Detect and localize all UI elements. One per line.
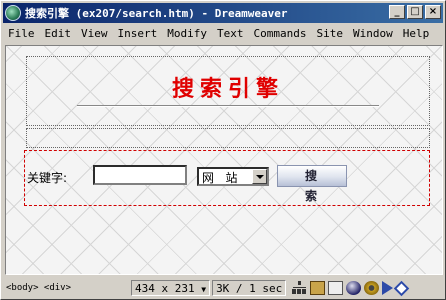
close-button[interactable]: × <box>425 5 441 19</box>
page-title: 搜索引擎 <box>171 76 284 102</box>
download-stats: 3K / 1 sec <box>212 280 287 296</box>
preview-icon[interactable] <box>382 281 394 295</box>
horizontal-rule <box>77 105 379 107</box>
menu-file[interactable]: File <box>3 27 40 40</box>
tag-selector[interactable]: <body> <div> <box>3 283 131 293</box>
maximize-button[interactable]: □ <box>407 5 423 19</box>
menu-site[interactable]: Site <box>311 27 348 40</box>
menu-help[interactable]: Help <box>398 27 435 40</box>
dreamweaver-window: 搜索引擎 (ex207/search.htm) - Dreamweaver _ … <box>0 0 446 300</box>
dreamweaver-app-icon <box>5 5 21 21</box>
assets-icon[interactable] <box>394 280 410 296</box>
window-size-field[interactable]: 434 x 231 ▼ <box>131 280 211 296</box>
keyword-input[interactable] <box>93 165 187 185</box>
search-button[interactable]: 搜 索 <box>277 165 347 203</box>
status-bar: <body> <div> 434 x 231 ▼ 3K / 1 sec <box>3 278 443 298</box>
menu-commands[interactable]: Commands <box>249 27 312 40</box>
chevron-down-icon[interactable]: ▼ <box>201 285 206 294</box>
search-type-value: 网 站 <box>202 171 238 185</box>
search-form[interactable]: 关键字: 网 站 搜 索 <box>24 150 430 206</box>
header-layer[interactable]: 搜索引擎 <box>26 56 430 126</box>
search-type-select[interactable]: 网 站 <box>197 167 269 186</box>
spacer-layer[interactable] <box>26 128 430 148</box>
menu-text[interactable]: Text <box>212 27 249 40</box>
window-size-value: 434 x 231 <box>135 282 195 295</box>
menu-window[interactable]: Window <box>348 27 398 40</box>
sitemap-icon[interactable] <box>292 281 308 295</box>
document-design-view[interactable]: 搜索引擎 关键字: 网 站 搜 索 <box>5 45 443 275</box>
html-source-icon[interactable] <box>328 281 344 295</box>
minimize-button[interactable]: _ <box>389 5 405 19</box>
library-icon[interactable] <box>310 281 326 295</box>
window-controls: _ □ × <box>389 5 441 19</box>
chevron-down-icon[interactable] <box>252 169 267 184</box>
menu-modify[interactable]: Modify <box>162 27 212 40</box>
menu-edit[interactable]: Edit <box>40 27 77 40</box>
window-title: 搜索引擎 (ex207/search.htm) - Dreamweaver <box>25 7 288 20</box>
behaviors-icon[interactable] <box>364 281 380 295</box>
launcher-icons <box>292 280 410 296</box>
title-bar[interactable]: 搜索引擎 (ex207/search.htm) - Dreamweaver _ … <box>3 3 443 23</box>
browser-icon[interactable] <box>346 281 362 295</box>
menu-insert[interactable]: Insert <box>113 27 163 40</box>
menu-view[interactable]: View <box>76 27 113 40</box>
menu-bar: File Edit View Insert Modify Text Comman… <box>3 24 443 42</box>
keyword-label: 关键字: <box>27 171 68 185</box>
